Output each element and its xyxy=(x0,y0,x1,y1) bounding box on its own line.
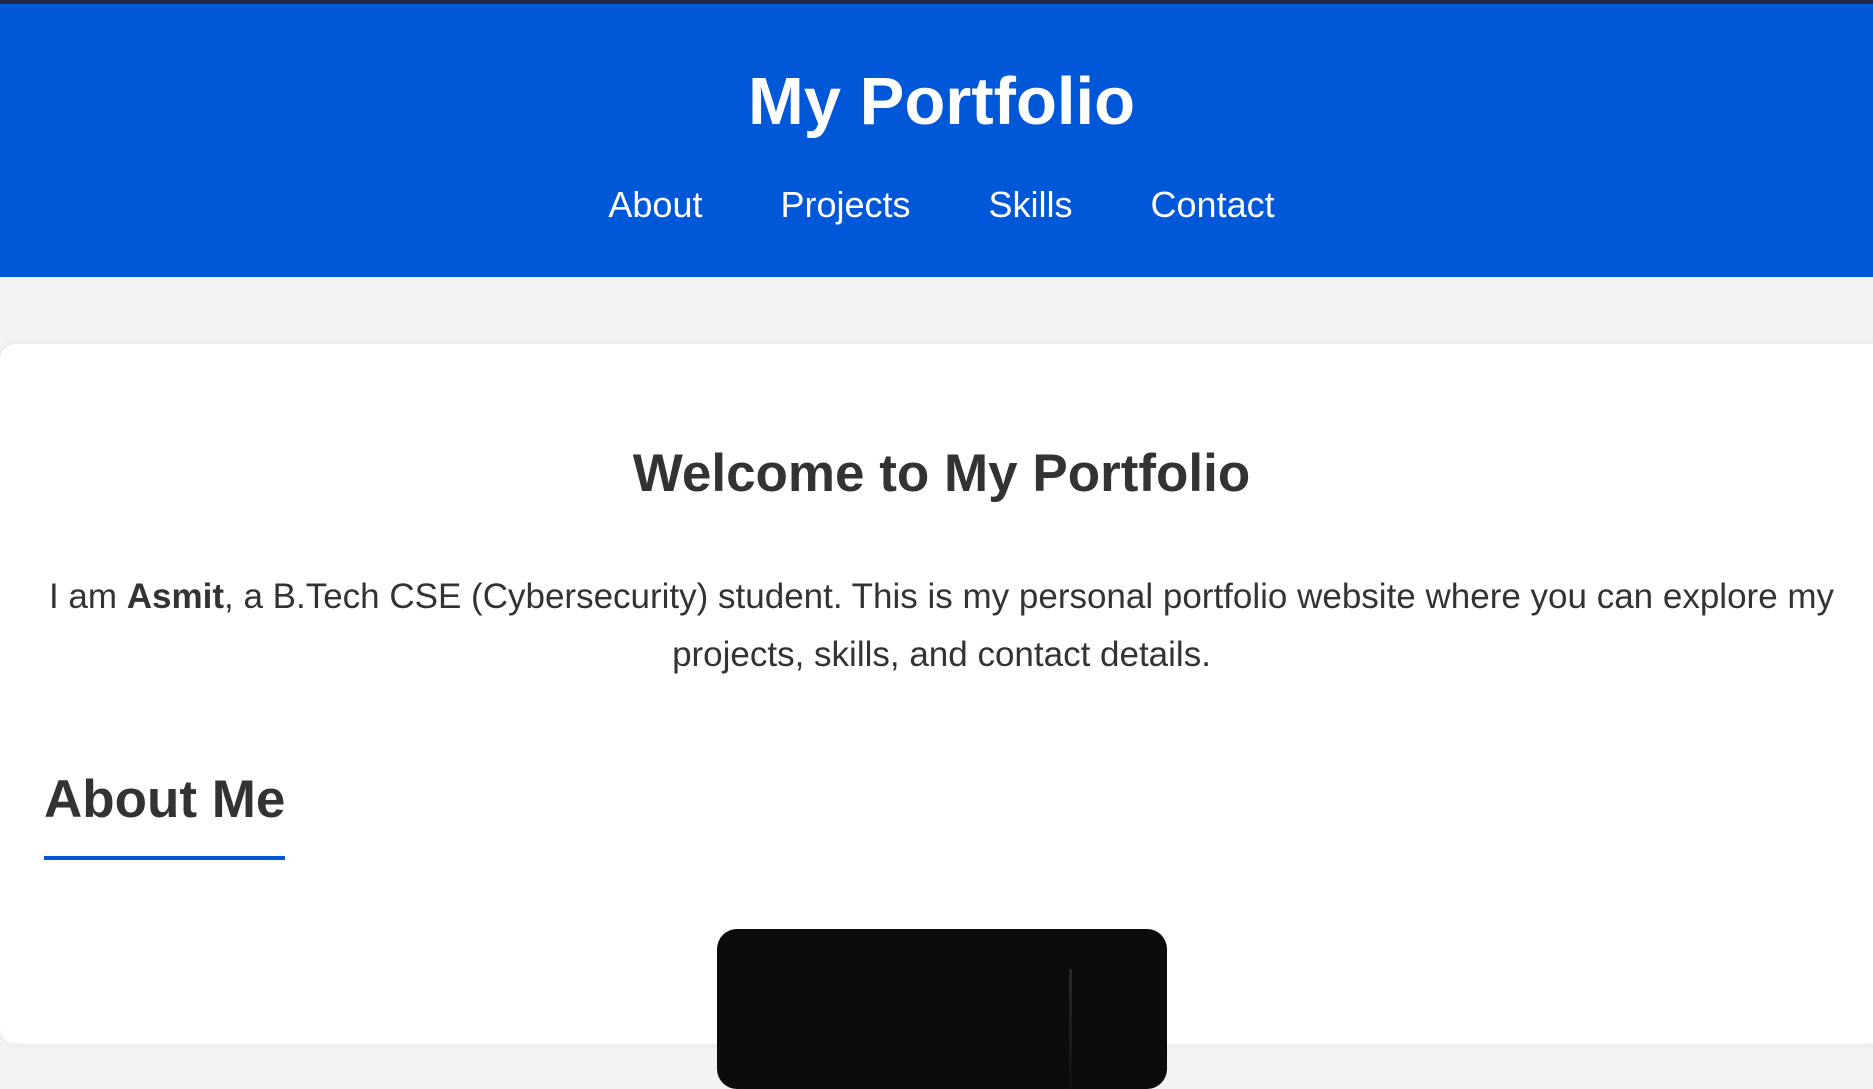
about-heading: About Me xyxy=(44,768,286,860)
profile-photo-detail xyxy=(1069,969,1072,1089)
site-header: My Portfolio About Projects Skills Conta… xyxy=(0,4,1873,277)
welcome-heading: Welcome to My Portfolio xyxy=(632,444,1251,503)
site-title: My Portfolio xyxy=(747,64,1136,139)
intro-name: Asmit xyxy=(126,577,224,616)
nav-link-about[interactable]: About xyxy=(608,181,702,229)
intro-suffix: , a B.Tech CSE (Cybersecurity) student. … xyxy=(224,577,1835,674)
profile-photo xyxy=(717,929,1167,1089)
nav-link-projects[interactable]: Projects xyxy=(780,181,910,229)
main-content-card: Welcome to My Portfolio I am Asmit, a B.… xyxy=(0,344,1873,1089)
nav-link-skills[interactable]: Skills xyxy=(989,181,1073,229)
intro-prefix: I am xyxy=(48,577,127,616)
nav-link-contact[interactable]: Contact xyxy=(1151,181,1275,229)
main-nav: About Projects Skills Contact xyxy=(0,181,1873,229)
intro-paragraph: I am Asmit, a B.Tech CSE (Cybersecurity)… xyxy=(44,568,1839,684)
